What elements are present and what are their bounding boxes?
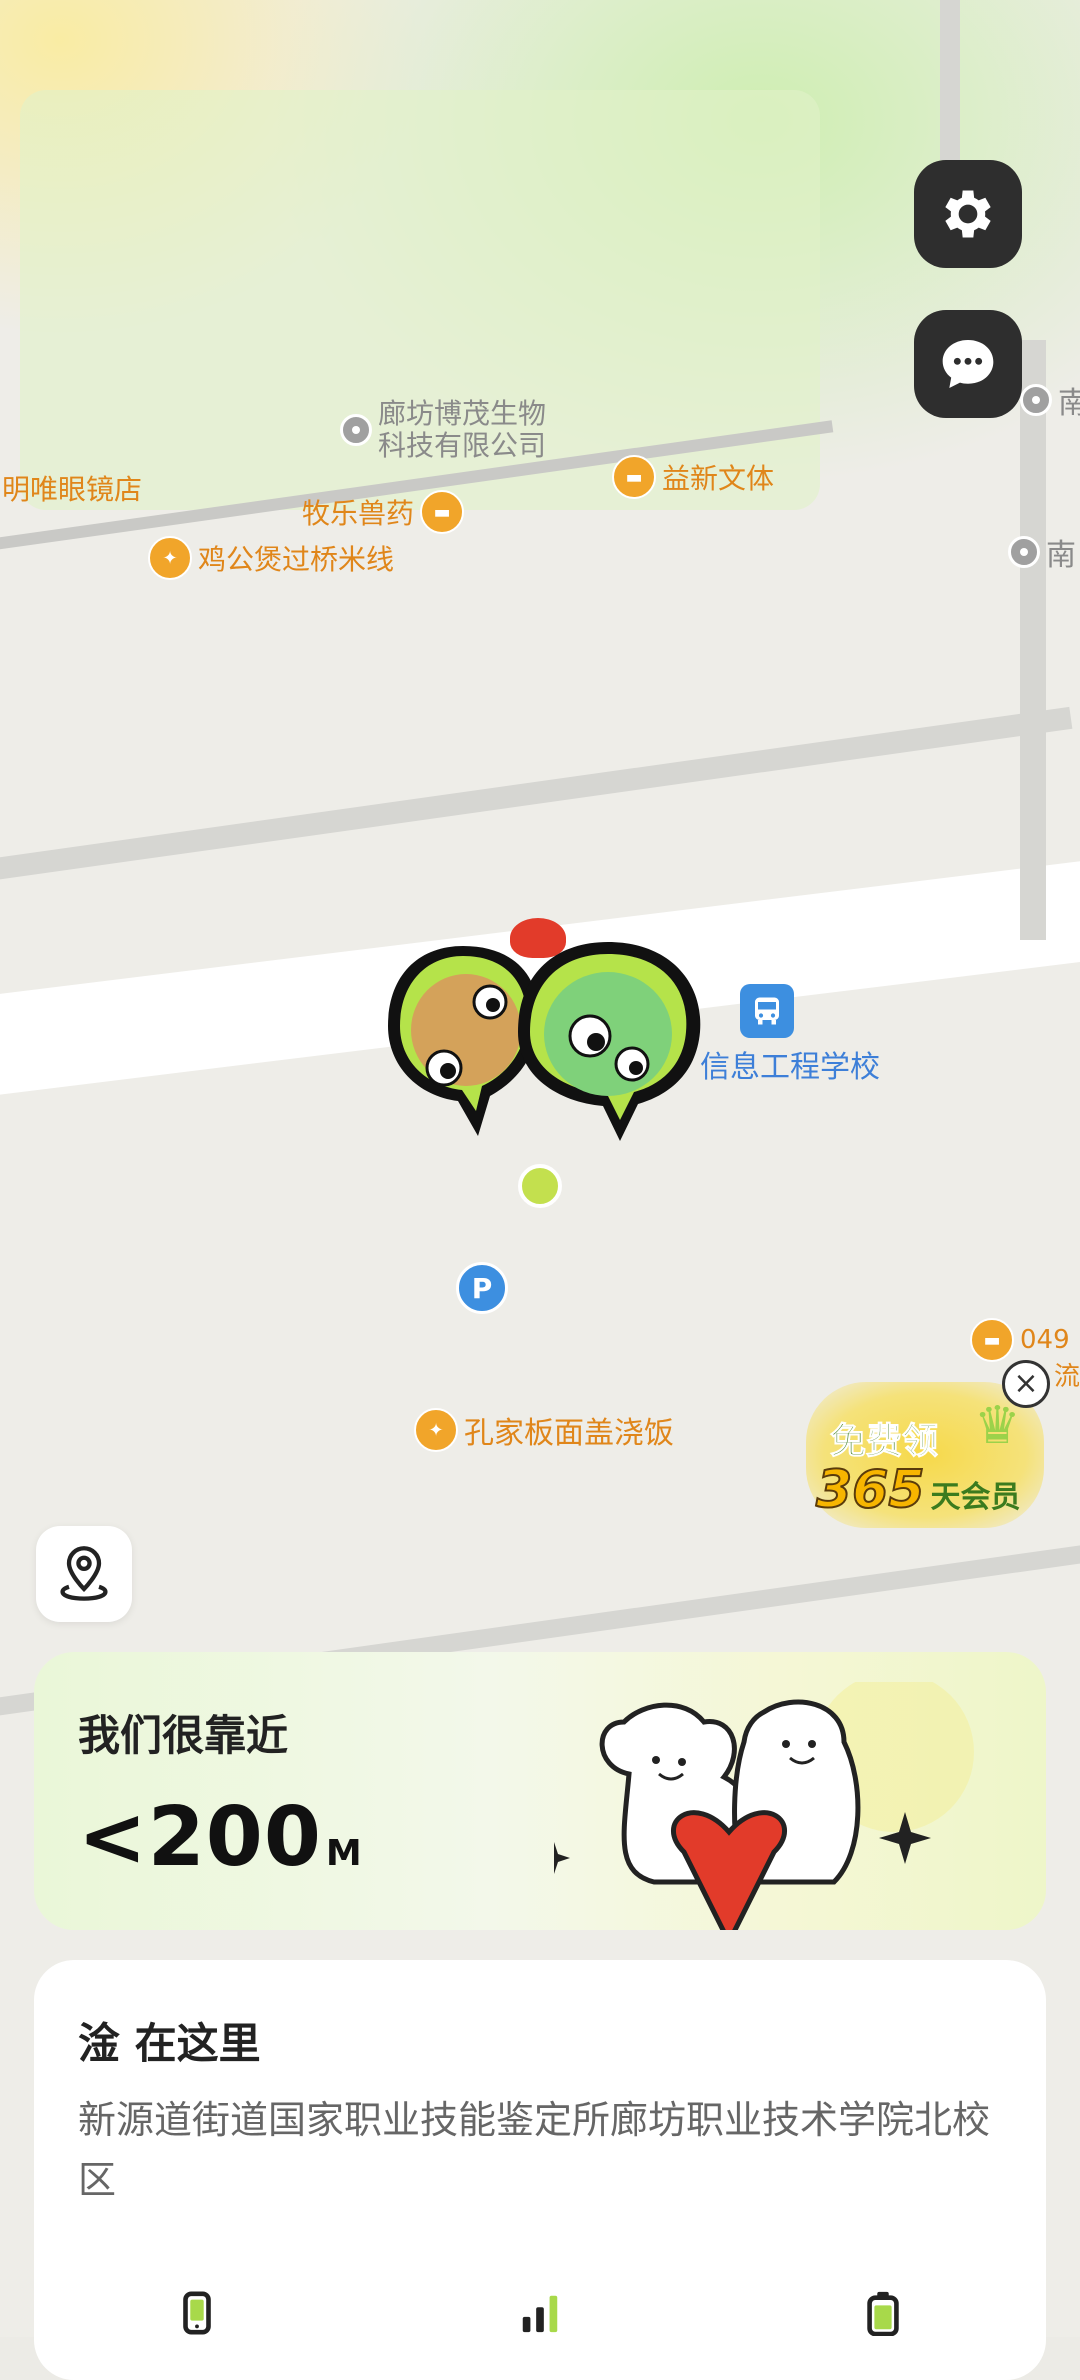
poi-xinxi-school[interactable]: 信息工程学校 — [700, 984, 880, 1086]
location-pin-icon — [60, 1546, 108, 1601]
poi-label: 南 — [1046, 538, 1076, 573]
promo-line1: 免费领 — [829, 1421, 939, 1463]
couple-illustration — [554, 1682, 974, 1930]
distance-title: 我们很靠近 — [78, 1711, 289, 1760]
map-road — [0, 706, 1073, 882]
chat-icon — [942, 340, 994, 388]
poi-label: 牧乐兽药 — [302, 497, 415, 530]
partner-location-title: 淦 在这里 — [78, 2019, 261, 2068]
poi-muyao[interactable]: 牧乐兽药 ▬ — [302, 490, 465, 534]
avatar-partner[interactable] — [378, 936, 539, 1136]
poi-nan-2[interactable]: 南 — [1008, 530, 1076, 574]
poi-nan-1[interactable]: 南 — [1020, 378, 1080, 422]
poi-dot-icon — [1008, 536, 1040, 568]
avatar-self[interactable] — [508, 936, 701, 1141]
signal-icon[interactable] — [517, 2290, 563, 2336]
close-icon: × — [1013, 1366, 1039, 1401]
close-promo-button[interactable]: × — [1002, 1360, 1050, 1408]
poi-label: 信息工程学校 — [700, 1050, 880, 1085]
poi-kongjia[interactable]: ✦ 孔家板面盖浇饭 — [414, 1408, 674, 1452]
poi-label: 049 — [1020, 1325, 1070, 1355]
poi-jigong[interactable]: ✦ 鸡公煲过桥米线 — [148, 536, 394, 580]
distance-card[interactable]: 我们很靠近 <200 M — [34, 1652, 1046, 1930]
restaurant-icon: ✦ — [414, 1408, 458, 1452]
user-location-dot — [518, 1164, 562, 1208]
poi-glasses[interactable]: 明唯眼镜店 — [2, 468, 142, 508]
gear-icon — [945, 190, 991, 238]
poi-label: 明唯眼镜店 — [2, 473, 143, 506]
bus-stop-icon — [740, 984, 794, 1038]
phone-icon[interactable] — [174, 2290, 220, 2336]
distance-value: <200 M — [78, 1790, 363, 1885]
poi-label: 廊坊博茂生物 科技有限公司 — [378, 397, 547, 462]
poi-yixin[interactable]: ▬ 益新文体 — [612, 455, 774, 499]
restaurant-icon: ✦ — [148, 536, 192, 580]
poi-label: 鸡公煲过桥米线 — [198, 543, 395, 576]
map-road — [1020, 340, 1046, 940]
poi-label: 孔家板面盖浇饭 — [464, 1416, 674, 1451]
shop-icon: ▬ — [970, 1318, 1014, 1362]
locate-button[interactable] — [36, 1526, 132, 1622]
promo-banner[interactable]: ♛ 免费领 365 天会员 × — [800, 1360, 1060, 1540]
poi-dot-icon — [340, 414, 372, 446]
shop-icon: ▬ — [420, 490, 465, 534]
map-road — [940, 0, 960, 160]
promo-line2-row: 365 天会员 — [815, 1459, 1021, 1521]
poi-label: 益新文体 — [662, 462, 775, 495]
promo-line3: 天会员 — [930, 1480, 1021, 1515]
partner-address: 新源道街道国家职业技能鉴定所廊坊职业技术学院北校区 — [78, 2098, 991, 2202]
shop-icon: ▬ — [612, 455, 656, 499]
poi-dot-icon — [1020, 384, 1052, 416]
battery-icon[interactable] — [860, 2290, 906, 2336]
chat-button[interactable] — [914, 310, 1022, 418]
poi-langfang-bio[interactable]: 廊坊博茂生物 科技有限公司 — [340, 398, 546, 462]
settings-button[interactable] — [914, 160, 1022, 268]
parking-icon[interactable]: P — [456, 1262, 508, 1314]
poi-label: 南 — [1058, 386, 1080, 421]
promo-number: 365 — [815, 1459, 926, 1521]
